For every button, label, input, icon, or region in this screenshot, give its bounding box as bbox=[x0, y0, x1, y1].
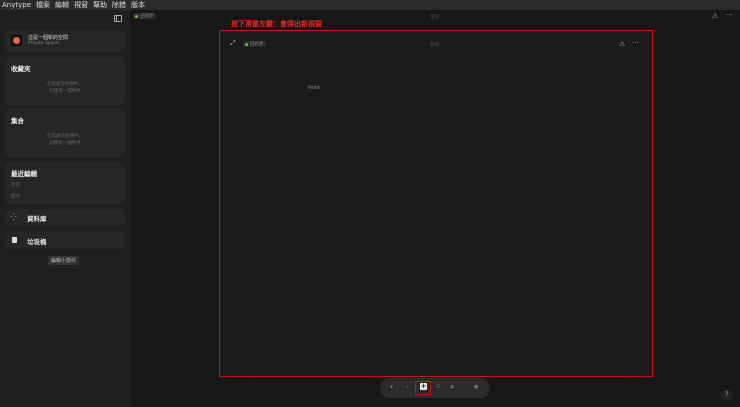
popup-content[interactable]: Note bbox=[308, 85, 320, 91]
space-name: 這是一個新的空間 bbox=[28, 35, 69, 41]
page-title: 空的 bbox=[430, 15, 439, 20]
graph-button[interactable]: ⁘ bbox=[435, 382, 442, 391]
sync-dot-icon bbox=[245, 42, 248, 46]
sets-empty: 在此處沒有物件， 創建第一個物件 bbox=[5, 133, 125, 147]
add-button[interactable]: + bbox=[420, 383, 427, 390]
menu-debug[interactable]: 除錯 bbox=[112, 0, 126, 10]
menu-window[interactable]: 視窗 bbox=[74, 0, 88, 10]
back-button[interactable]: ‹ bbox=[390, 382, 393, 391]
bin-icon bbox=[12, 237, 17, 243]
favorites-widget[interactable]: 收藏夾 在此處沒有物件， 創建第一個物件 bbox=[5, 57, 125, 105]
space-card[interactable]: 這是一個新的空間 Private Space bbox=[5, 30, 125, 52]
more-icon[interactable]: ··· bbox=[726, 11, 733, 19]
empty-line: 創建第一個物件 bbox=[49, 89, 81, 94]
menu-app[interactable]: Anytype bbox=[2, 1, 31, 9]
space-type: Private Space bbox=[28, 41, 59, 46]
popup-title: 空的 bbox=[430, 43, 439, 48]
recent-item[interactable]: 空的 bbox=[11, 182, 20, 188]
empty-line: 在此處沒有物件， bbox=[47, 134, 83, 139]
warning-icon[interactable]: ⚠ bbox=[712, 12, 718, 20]
menu-edit[interactable]: 編輯 bbox=[55, 0, 69, 10]
menu-file[interactable]: 檔案 bbox=[36, 0, 50, 10]
sidebar: 這是一個新的空間 Private Space 收藏夾 在此處沒有物件， 創建第一個… bbox=[0, 10, 130, 407]
sidebar-toggle-icon[interactable] bbox=[114, 15, 122, 22]
recent-item[interactable]: 空的 bbox=[11, 193, 20, 199]
favorites-title: 收藏夾 bbox=[11, 65, 31, 73]
recent-title: 最近編輯 bbox=[11, 170, 37, 178]
empty-line: 在此處沒有物件， bbox=[47, 82, 83, 87]
library-widget[interactable]: ⁛ 資料庫 bbox=[5, 209, 125, 226]
popup-window: ⤢ 已同步 空的 ⚠ ··· Note bbox=[219, 30, 653, 377]
favorites-empty: 在此處沒有物件， 創建第一個物件 bbox=[5, 81, 125, 95]
sets-widget[interactable]: 集合 在此處沒有物件， 創建第一個物件 bbox=[5, 109, 125, 157]
help-button[interactable]: ? bbox=[721, 389, 733, 401]
bin-widget[interactable]: 垃圾桶 bbox=[5, 232, 125, 249]
sets-title: 集合 bbox=[11, 117, 24, 125]
settings-button[interactable]: ● bbox=[474, 384, 478, 390]
library-icon: ⁛ bbox=[11, 213, 17, 221]
annotation-text: 按下滑鼠左鍵：會彈出新視窗 bbox=[231, 20, 322, 28]
sync-label: 已同步 bbox=[250, 42, 264, 47]
sync-label: 已同步 bbox=[140, 14, 154, 19]
sync-badge[interactable]: 已同步 bbox=[133, 13, 156, 19]
sync-dot-icon bbox=[135, 14, 138, 18]
recent-widget[interactable]: 最近編輯 空的 空的 bbox=[5, 162, 125, 204]
empty-line: 創建第一個物件 bbox=[49, 141, 81, 146]
menu-bar: Anytype 檔案 編輯 視窗 幫助 除錯 版本 bbox=[0, 0, 740, 10]
menu-version[interactable]: 版本 bbox=[131, 0, 145, 10]
edit-widgets-button[interactable]: 編輯小部件 bbox=[48, 256, 80, 265]
navigation-dock: ‹ › + ⁘ ⌕ ● bbox=[380, 378, 490, 398]
menu-help[interactable]: 幫助 bbox=[93, 0, 107, 10]
more-icon[interactable]: ··· bbox=[632, 39, 639, 47]
library-label: 資料庫 bbox=[27, 215, 47, 223]
bin-label: 垃圾桶 bbox=[27, 238, 47, 246]
search-button[interactable]: ⌕ bbox=[450, 382, 454, 392]
expand-icon[interactable]: ⤢ bbox=[230, 39, 236, 48]
space-icon bbox=[11, 35, 22, 46]
warning-icon[interactable]: ⚠ bbox=[619, 40, 625, 48]
forward-button[interactable]: › bbox=[406, 382, 409, 391]
popup-sync-badge[interactable]: 已同步 bbox=[243, 41, 266, 47]
